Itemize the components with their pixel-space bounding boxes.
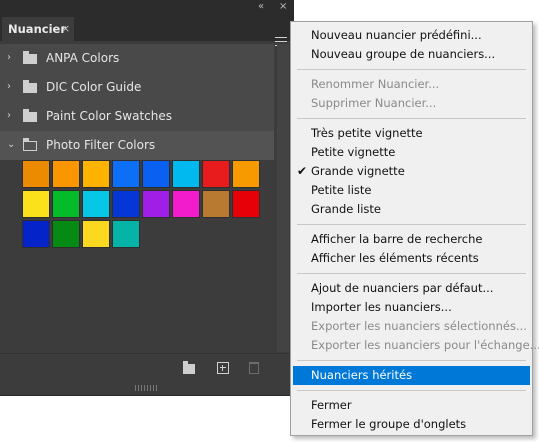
tab-nuancier[interactable]: Nuancier × [2, 17, 74, 41]
color-swatch[interactable] [142, 190, 170, 218]
menu-separator [297, 273, 526, 274]
swatch-group-list: › ANPA Colors › DIC Color Guide › Paint … [0, 44, 293, 160]
menu-item-label: Grande vignette [311, 164, 405, 178]
menu-item[interactable]: Fermer le groupe d'onglets [291, 415, 532, 434]
swatch-group-photo-filter[interactable]: ⌄ Photo Filter Colors [0, 131, 274, 160]
color-swatch[interactable] [232, 190, 260, 218]
menu-item[interactable]: Très petite vignette [291, 124, 532, 143]
chevron-right-icon[interactable]: › [7, 81, 11, 92]
resize-grip[interactable] [135, 385, 157, 391]
menu-item[interactable]: Ajout de nuanciers par défaut... [291, 279, 532, 298]
menu-item-label: Petite liste [311, 183, 372, 197]
collapse-panel-icon[interactable]: « [258, 1, 264, 13]
menu-item-label: Nuanciers hérités [311, 368, 413, 382]
color-swatch[interactable] [82, 220, 110, 248]
menu-item[interactable]: Petite liste [291, 181, 532, 200]
swatch-group-paint[interactable]: › Paint Color Swatches [0, 102, 274, 131]
menu-item: Supprimer Nuancier... [291, 94, 532, 113]
panel-top-strip: « × [0, 0, 293, 14]
menu-item: Exporter les nuanciers pour l'échange... [291, 336, 539, 355]
menu-item[interactable]: Nuanciers hérités [293, 366, 530, 385]
menu-separator [297, 118, 526, 119]
tab-close-icon[interactable]: × [61, 22, 70, 35]
color-swatch[interactable] [22, 190, 50, 218]
delete-icon[interactable] [249, 362, 259, 374]
menu-separator [297, 390, 526, 391]
menu-item[interactable]: Afficher les éléments récents [291, 249, 532, 268]
panel-bottom-bar [0, 353, 293, 385]
chevron-down-icon[interactable]: ⌄ [7, 139, 15, 150]
menu-item[interactable]: ✔ Grande vignette [291, 162, 532, 181]
color-swatch[interactable] [52, 160, 80, 188]
menu-item-label: Importer les nuanciers... [311, 300, 452, 314]
menu-item[interactable]: Importer les nuanciers... [291, 298, 532, 317]
color-swatch[interactable] [22, 220, 50, 248]
menu-item-label: Grande liste [311, 202, 381, 216]
color-swatch[interactable] [172, 160, 200, 188]
folder-icon [23, 51, 37, 64]
color-swatch[interactable] [82, 160, 110, 188]
menu-item[interactable]: Afficher la barre de recherche [291, 230, 532, 249]
menu-item-label: Afficher les éléments récents [311, 251, 479, 265]
group-label: ANPA Colors [46, 51, 120, 65]
menu-item-label: Fermer le groupe d'onglets [311, 417, 467, 431]
checkmark-icon: ✔ [297, 164, 308, 178]
color-swatch[interactable] [52, 220, 80, 248]
group-label: Photo Filter Colors [46, 138, 156, 152]
group-label: DIC Color Guide [46, 80, 142, 94]
menu-item-label: Nouveau groupe de nuanciers... [311, 47, 496, 61]
menu-separator [297, 224, 526, 225]
menu-item-label: Renommer Nuancier... [311, 77, 440, 91]
color-swatch[interactable] [112, 160, 140, 188]
menu-item[interactable]: Nouveau groupe de nuanciers... [291, 45, 532, 64]
menu-item[interactable]: Nouveau nuancier prédéfini... [291, 26, 532, 45]
color-swatch[interactable] [112, 220, 140, 248]
swatch-group-anpa[interactable]: › ANPA Colors [0, 44, 274, 73]
color-swatch[interactable] [202, 160, 230, 188]
color-swatch[interactable] [232, 160, 260, 188]
menu-item-label: Ajout de nuanciers par défaut... [311, 281, 494, 295]
panel-flyout-menu: Nouveau nuancier prédéfini... Nouveau gro… [290, 21, 539, 436]
chevron-right-icon[interactable]: › [7, 52, 11, 63]
menu-item-label: Petite vignette [311, 145, 396, 159]
menu-separator [297, 69, 526, 70]
folder-open-icon [23, 138, 37, 151]
color-swatch[interactable] [172, 190, 200, 218]
scrollbar[interactable] [277, 44, 289, 352]
color-swatch[interactable] [82, 190, 110, 218]
menu-item[interactable]: Grande liste [291, 200, 532, 219]
color-swatch[interactable] [52, 190, 80, 218]
menu-item: Exporter les nuanciers sélectionnés... [291, 317, 532, 336]
color-swatch[interactable] [22, 160, 50, 188]
folder-icon [23, 80, 37, 93]
color-swatch[interactable] [142, 160, 170, 188]
menu-item-label: Exporter les nuanciers pour l'échange... [311, 338, 539, 352]
folder-icon [23, 109, 37, 122]
close-panel-icon[interactable]: × [279, 1, 287, 13]
menu-item[interactable]: Fermer [291, 396, 532, 415]
swatches-panel: « × Nuancier × › ANPA Colors › DIC Color… [0, 0, 294, 396]
menu-item-label: Exporter les nuanciers sélectionnés... [311, 319, 527, 333]
menu-item-label: Nouveau nuancier prédéfini... [311, 28, 482, 42]
new-swatch-icon[interactable] [217, 362, 229, 374]
tab-bar: Nuancier × [0, 14, 293, 46]
group-label: Paint Color Swatches [46, 109, 172, 123]
menu-item-label: Fermer [311, 398, 352, 412]
chevron-right-icon[interactable]: › [7, 110, 11, 121]
new-group-icon[interactable] [183, 361, 195, 374]
swatch-group-dic[interactable]: › DIC Color Guide [0, 73, 274, 102]
menu-item[interactable]: Petite vignette [291, 143, 532, 162]
menu-item-label: Supprimer Nuancier... [311, 96, 437, 110]
menu-separator [297, 360, 526, 361]
menu-item-label: Afficher la barre de recherche [311, 232, 483, 246]
tab-label: Nuancier [8, 22, 66, 36]
color-swatch[interactable] [112, 190, 140, 218]
color-swatch[interactable] [202, 190, 230, 218]
menu-item-label: Très petite vignette [311, 126, 423, 140]
menu-item: Renommer Nuancier... [291, 75, 532, 94]
